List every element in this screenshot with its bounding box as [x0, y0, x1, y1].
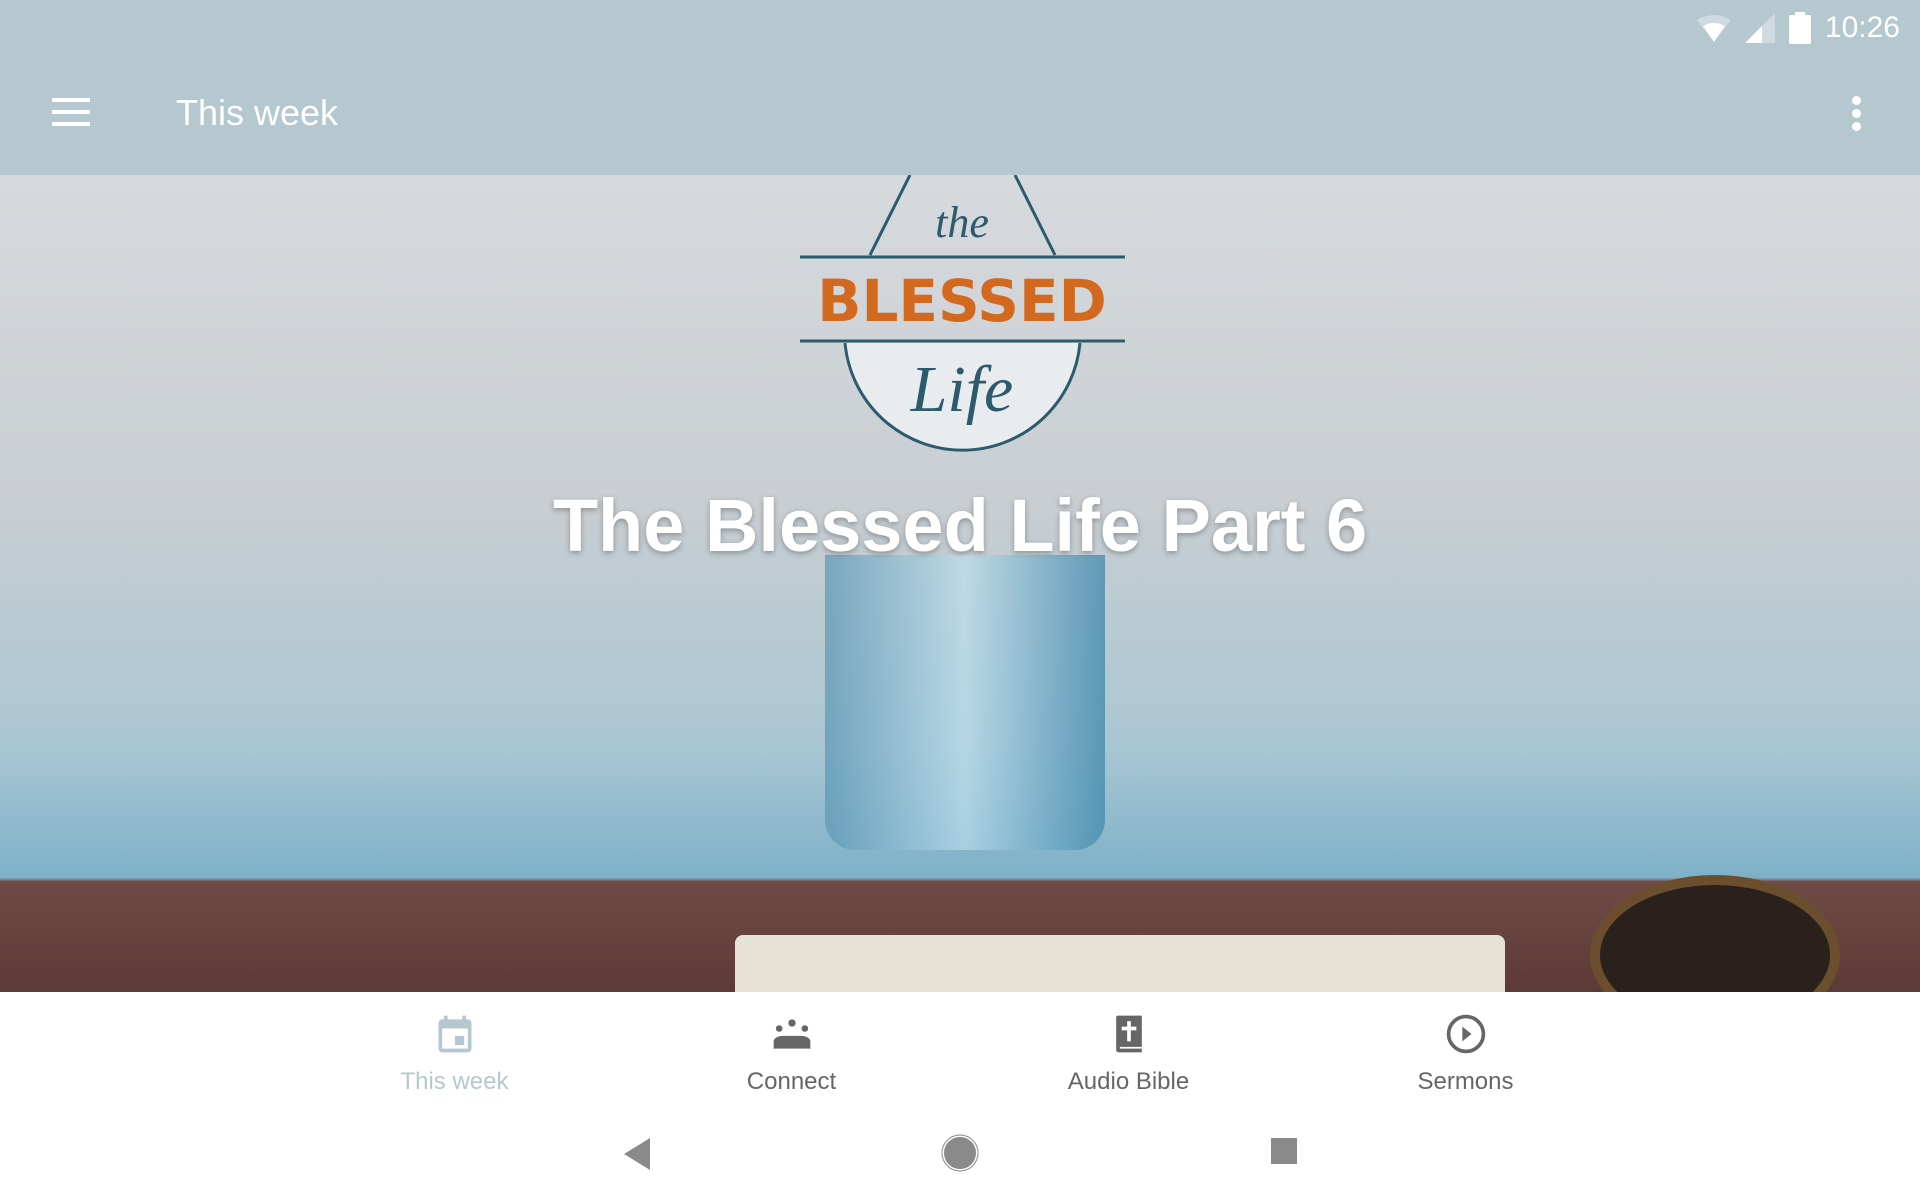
clock: 10:26	[1824, 11, 1900, 44]
play-circle-icon	[1446, 1014, 1485, 1054]
tab-this-week[interactable]: This week	[286, 992, 623, 1110]
tab-label: Audio Bible	[1067, 1068, 1190, 1095]
tab-label: Connect	[746, 1068, 837, 1095]
sermon-hero[interactable]: the BLESSED Life The Blessed Life Part 6	[0, 175, 1920, 992]
battery-icon	[1788, 12, 1811, 44]
recents-icon[interactable]	[1271, 1138, 1297, 1169]
app-bar: 10:26 This week	[0, 0, 1920, 175]
logo-text-the: the	[935, 198, 989, 247]
calendar-icon	[438, 1015, 471, 1053]
blessed-life-logo: the BLESSED Life	[800, 175, 1125, 452]
sermon-title: The Blessed Life Part 6	[552, 484, 1368, 567]
bible-icon	[1115, 1015, 1142, 1053]
tab-label: This week	[400, 1068, 509, 1095]
hamburger-menu-icon[interactable]	[52, 98, 90, 126]
home-icon[interactable]	[941, 1134, 979, 1177]
bible-image	[735, 935, 1505, 992]
signal-icon	[1744, 13, 1775, 43]
tab-connect[interactable]: Connect	[623, 992, 960, 1110]
logo-text-blessed: BLESSED	[817, 267, 1107, 335]
bottom-navigation: This week Connect Audio Bible Sermons	[0, 992, 1920, 1110]
more-vert-icon[interactable]	[1850, 96, 1862, 135]
system-navigation-bar	[0, 1110, 1920, 1200]
page-title: This week	[176, 92, 339, 133]
groups-icon	[773, 1019, 810, 1049]
back-icon[interactable]	[624, 1138, 650, 1175]
wifi-icon	[1696, 15, 1731, 42]
tab-label: Sermons	[1417, 1068, 1514, 1095]
water-glass-image	[825, 555, 1105, 850]
tab-audio-bible[interactable]: Audio Bible	[960, 992, 1297, 1110]
status-bar: 10:26	[1696, 8, 1900, 48]
coffee-image	[1590, 875, 1840, 992]
logo-text-life: Life	[910, 353, 1014, 426]
tab-sermons[interactable]: Sermons	[1297, 992, 1634, 1110]
